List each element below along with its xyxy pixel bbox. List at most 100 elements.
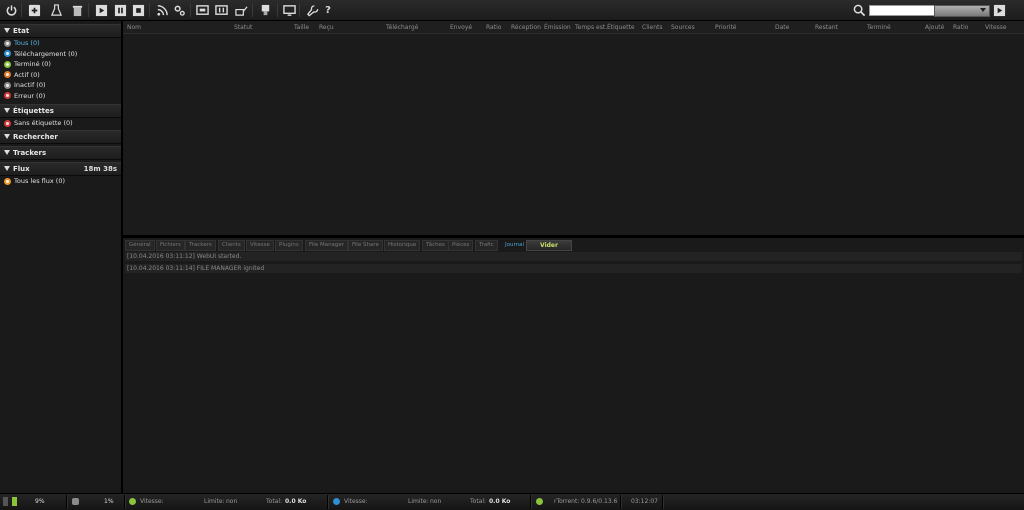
power-icon[interactable] [4, 3, 18, 17]
delete-icon[interactable] [70, 3, 84, 17]
clock: 03:12:07 [631, 498, 658, 505]
help-icon[interactable]: ? [321, 3, 335, 17]
upload-total-label: Total: [470, 498, 487, 505]
column-uploaded[interactable]: Envoyé [450, 24, 472, 31]
column-status[interactable]: Statut [234, 24, 252, 31]
status-separator [620, 495, 622, 509]
tab-trackers[interactable]: Trackers [185, 240, 216, 251]
torrent-list[interactable]: Nom Statut Taille Reçu Téléchargé Envoyé… [123, 21, 1024, 235]
pause-icon[interactable] [113, 3, 127, 17]
column-received[interactable]: Reçu [319, 24, 334, 31]
sidebar-item-all[interactable]: Tous (0) [4, 38, 40, 48]
search-input[interactable] [869, 5, 935, 16]
section-feeds[interactable]: Flux 18m 38s [0, 162, 121, 176]
section-search-title: Rechercher [13, 133, 58, 141]
feed-icon [4, 177, 11, 185]
plugin4-icon[interactable] [258, 3, 272, 17]
tab-chunks[interactable]: Pièces [448, 240, 474, 251]
collapse-icon [4, 28, 10, 33]
tool-icon[interactable] [305, 3, 319, 17]
search-icon[interactable] [852, 3, 866, 17]
sidebar-item-completed[interactable]: Terminé (0) [4, 59, 51, 69]
column-added[interactable]: Ajouté [925, 24, 944, 31]
tab-plugins[interactable]: Plugins [275, 240, 303, 251]
torrent-list-header: Nom Statut Taille Reçu Téléchargé Envoyé… [123, 21, 1024, 34]
column-seeds[interactable]: Sources [671, 24, 695, 31]
column-size[interactable]: Taille [294, 24, 309, 31]
settings-icon[interactable] [172, 3, 186, 17]
add-torrent-icon[interactable] [27, 3, 41, 17]
upload-total-value: 0.0 Ko [489, 498, 511, 505]
plugin2-icon[interactable] [214, 3, 228, 17]
status-bar: 9% 1% Vitesse: Limite: non Total: 0.0 Ko… [0, 493, 1024, 510]
section-trackers[interactable]: Trackers [0, 146, 121, 160]
download-limit-value[interactable]: non [226, 498, 237, 505]
download-speed-label: Vitesse: [140, 498, 164, 505]
tab-journal[interactable]: Journal [501, 240, 529, 251]
tab-file-share[interactable]: File Share [348, 240, 383, 251]
column-name[interactable]: Nom [127, 24, 141, 31]
stop-icon[interactable] [131, 3, 145, 17]
active-icon [4, 71, 11, 78]
sidebar-item-label: Erreur (0) [14, 91, 46, 100]
tab-general[interactable]: Général [125, 240, 155, 251]
toolbar-separator [88, 3, 89, 17]
column-ul-speed[interactable]: Émission [544, 24, 571, 31]
log-line: [10.04.2016 03:11:12] WebUI started. [125, 252, 1022, 262]
upload-speed-label: Vitesse: [344, 498, 368, 505]
column-speed[interactable]: Vitesse [985, 24, 1007, 31]
tab-traffic[interactable]: Trafic [475, 240, 498, 251]
toolbar-separator [252, 3, 253, 17]
column-eta[interactable]: Temps est. [575, 24, 607, 31]
tab-file-manager[interactable]: File Manager [305, 240, 349, 251]
collapse-icon [4, 134, 10, 139]
plugin3-icon[interactable] [234, 3, 248, 17]
collapse-icon [4, 166, 10, 171]
section-search[interactable]: Rechercher [0, 130, 121, 144]
create-torrent-icon[interactable] [49, 3, 63, 17]
disk-percent: 9% [35, 498, 45, 505]
tab-history[interactable]: Historique [384, 240, 421, 251]
upload-limit-value[interactable]: non [430, 498, 441, 505]
sidebar-item-downloading[interactable]: Téléchargement (0) [4, 49, 77, 59]
status-separator [327, 495, 329, 509]
sidebar-item-inactive[interactable]: Inactif (0) [4, 80, 46, 90]
tab-peers[interactable]: Clients [218, 240, 245, 251]
disk-usage-bar [12, 497, 17, 506]
sidebar-item-label: Inactif (0) [14, 81, 46, 89]
toolbar-separator [21, 3, 22, 17]
sidebar-item-error[interactable]: Erreur (0) [4, 91, 45, 101]
column-priority[interactable]: Priorité [715, 24, 737, 31]
column-label[interactable]: Étiquette [607, 24, 635, 31]
plugin-icon[interactable] [195, 3, 209, 17]
sidebar-item-all-feeds[interactable]: Tous les flux (0) [4, 176, 65, 186]
column-peers[interactable]: Clients [642, 24, 663, 31]
toolbar: ? [0, 0, 1024, 21]
column-date[interactable]: Date [775, 24, 789, 31]
sidebar-item-no-label[interactable]: Sans étiquette (0) [4, 118, 73, 128]
tab-speed[interactable]: Vitesse [246, 240, 274, 251]
search-go-icon[interactable] [992, 3, 1006, 17]
column-finished[interactable]: Terminé [867, 24, 891, 31]
section-state[interactable]: Etat [0, 24, 121, 38]
tab-files[interactable]: Fichiers [156, 240, 185, 251]
column-downloaded[interactable]: Téléchargé [386, 24, 418, 31]
cpu-percent: 1% [104, 498, 114, 505]
start-icon[interactable] [94, 3, 108, 17]
column-ratio[interactable]: Ratio [486, 24, 501, 31]
clear-log-button[interactable]: Vider [526, 240, 572, 251]
feeds-timer: 18m 38s [83, 165, 117, 173]
tab-tasks[interactable]: Tâches [422, 240, 449, 251]
collapse-icon [4, 108, 10, 113]
rss-icon[interactable] [155, 3, 169, 17]
search-engine-select[interactable] [934, 5, 990, 17]
screen-icon[interactable] [282, 3, 296, 17]
no-label-icon [4, 119, 11, 127]
column-ratio-2[interactable]: Ratio [953, 24, 968, 31]
sidebar-item-label: Actif (0) [14, 70, 40, 79]
column-dl-speed[interactable]: Réception [511, 24, 541, 31]
toolbar-separator [190, 3, 191, 17]
sidebar-item-active[interactable]: Actif (0) [4, 70, 40, 80]
section-labels[interactable]: Étiquettes [0, 104, 121, 118]
column-remaining[interactable]: Restant [815, 24, 838, 31]
